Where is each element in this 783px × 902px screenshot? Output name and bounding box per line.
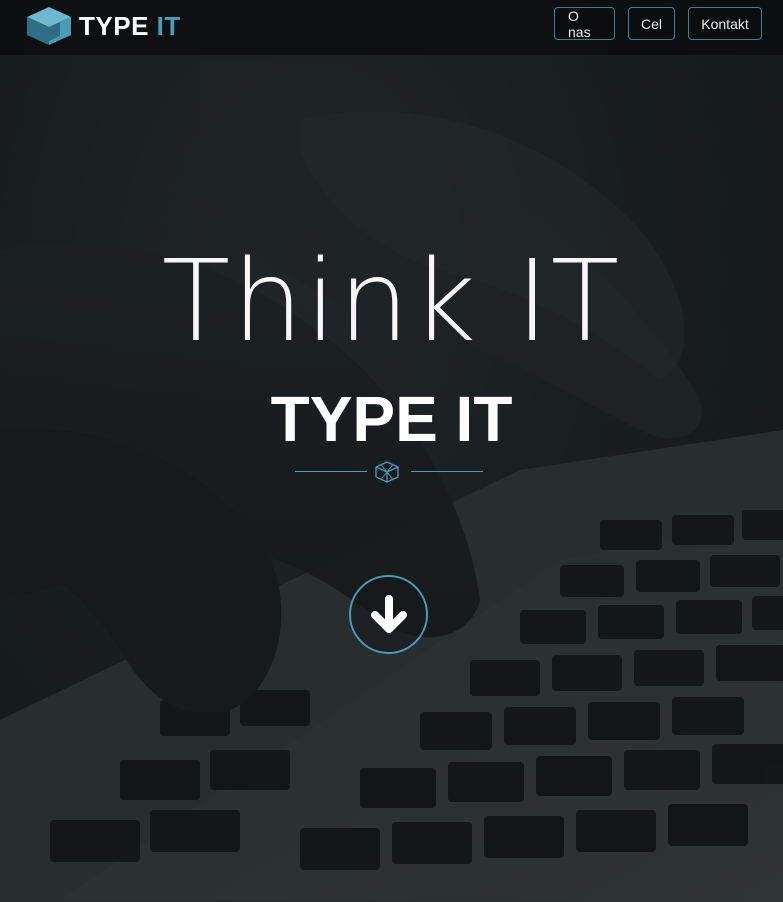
scroll-down-button[interactable] [349, 575, 428, 654]
cube-outline-icon [375, 461, 399, 483]
hero-title: Think IT [161, 237, 622, 367]
arrow-down-icon [370, 594, 407, 633]
brand-logo[interactable]: TYPE IT [25, 6, 181, 46]
hero-divider [295, 460, 483, 484]
divider-line-right [411, 471, 483, 472]
navbar: TYPE IT O nas Cel Kontakt [0, 0, 783, 55]
hero-subtitle: TYPE IT [270, 383, 513, 455]
brand-name-main: TYPE [79, 11, 157, 41]
nav-link-o-nas[interactable]: O nas [554, 7, 615, 40]
nav-link-kontakt[interactable]: Kontakt [688, 7, 762, 40]
cube-logo-icon [27, 7, 71, 45]
nav-menu: O nas Cel Kontakt [554, 7, 762, 40]
divider-line-left [295, 471, 367, 472]
page: TYPE IT O nas Cel Kontakt Think IT TYPE … [0, 0, 783, 902]
brand-name-accent: IT [156, 11, 181, 41]
brand-name: TYPE IT [79, 6, 181, 46]
nav-link-cel[interactable]: Cel [628, 7, 675, 40]
